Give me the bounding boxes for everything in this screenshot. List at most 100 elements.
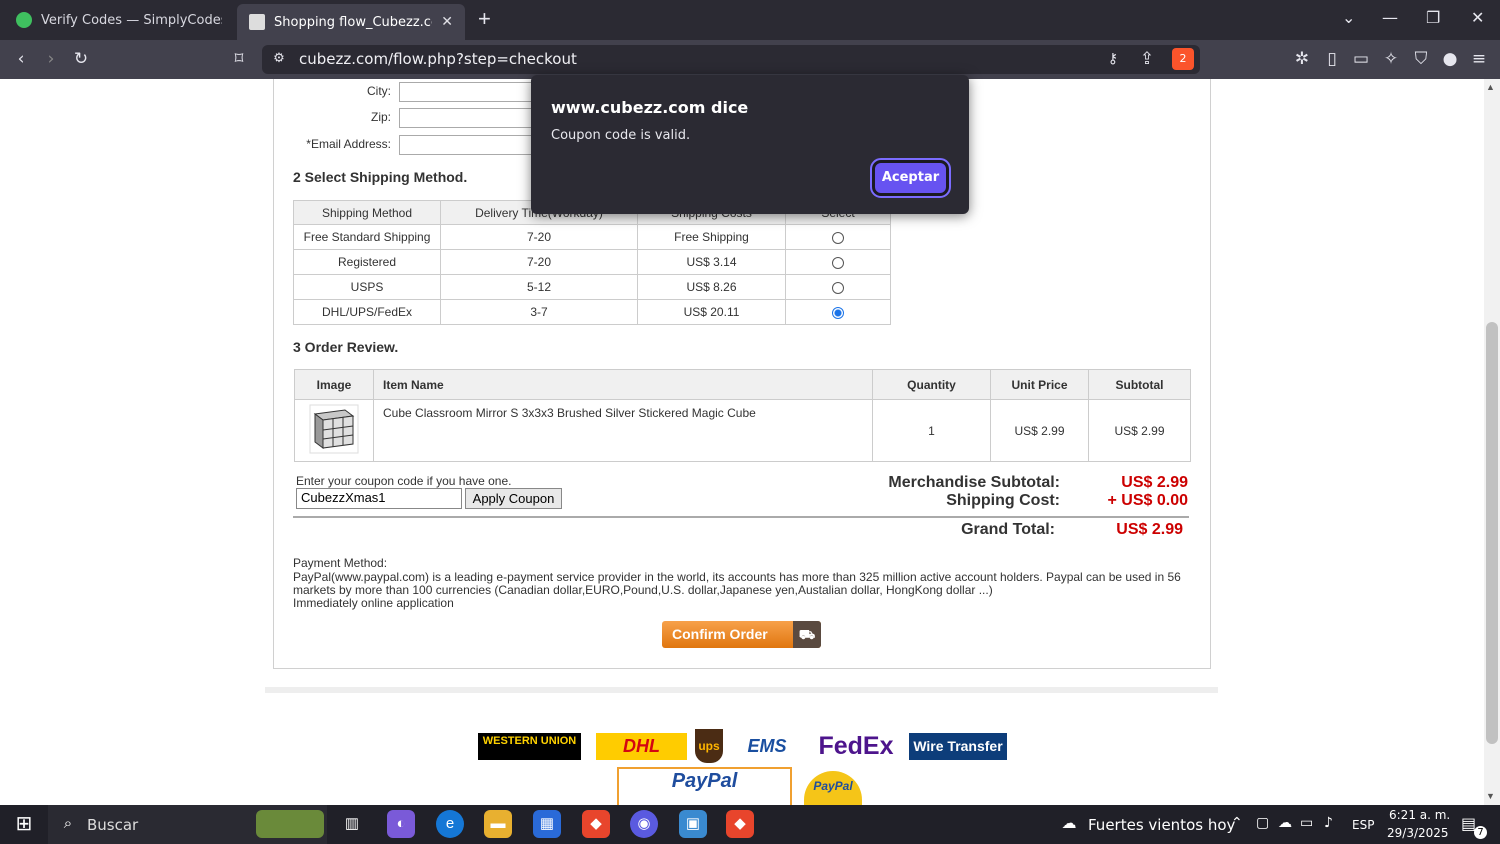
- copilot-icon[interactable]: ◐: [387, 810, 415, 838]
- shipping-row[interactable]: Free Standard Shipping 7-20 Free Shippin…: [293, 224, 891, 250]
- close-window-icon[interactable]: ✕: [1471, 8, 1484, 27]
- url-text[interactable]: cubezz.com/flow.php?step=checkout: [299, 50, 577, 68]
- minimize-icon[interactable]: —: [1382, 8, 1398, 27]
- confirm-order-button[interactable]: Confirm Order ⛟: [662, 621, 821, 648]
- tab-title: Shopping flow_Cubezz.com: Pr: [274, 14, 432, 30]
- order-review-heading: 3 Order Review.: [293, 339, 399, 355]
- ups-logo: ups: [695, 729, 723, 763]
- extensions-icon[interactable]: ✲: [1291, 48, 1313, 70]
- delivery-time: 7-20: [440, 224, 638, 250]
- apply-coupon-button[interactable]: Apply Coupon: [465, 488, 562, 509]
- task-view-icon[interactable]: ▥: [338, 810, 366, 838]
- table-row: Cube Classroom Mirror S 3x3x3 Brushed Si…: [294, 399, 1191, 462]
- delivery-time: 5-12: [440, 274, 638, 300]
- shipping-row[interactable]: USPS 5-12 US$ 8.26: [293, 274, 891, 300]
- shipping-row[interactable]: DHL/UPS/FedEx 3-7 US$ 20.11: [293, 299, 891, 325]
- col-image: Image: [294, 369, 374, 400]
- paypal-badge-logo: PayPal: [804, 771, 862, 805]
- fedex-logo: FedEx: [818, 732, 894, 760]
- brave-shields-icon[interactable]: 2: [1172, 48, 1194, 70]
- chrome-profile-icon[interactable]: ◉: [630, 810, 658, 838]
- wallet-icon[interactable]: ▭: [1350, 48, 1372, 70]
- brave-active-icon[interactable]: ◆: [726, 810, 754, 838]
- shipping-cost-label: Shipping Cost:: [946, 492, 1060, 509]
- clock-time[interactable]: 6:21 a. m.: [1389, 808, 1450, 822]
- reload-icon[interactable]: ↻: [70, 48, 92, 70]
- weather-text[interactable]: Fuertes vientos hoy: [1088, 816, 1235, 834]
- city-input[interactable]: [399, 82, 539, 102]
- leo-ai-icon[interactable]: ✧: [1380, 48, 1402, 70]
- clock-date[interactable]: 29/3/2025: [1387, 826, 1449, 840]
- dialog-title: www.cubezz.com dice: [551, 98, 749, 117]
- confirm-order-label: Confirm Order: [672, 626, 768, 642]
- item-quantity: 1: [872, 399, 991, 462]
- item-name[interactable]: Cube Classroom Mirror S 3x3x3 Brushed Si…: [373, 399, 873, 462]
- shipping-method: Registered: [293, 249, 441, 275]
- payment-method-label: Payment Method:: [293, 556, 388, 570]
- coupon-prompt: Enter your coupon code if you have one.: [296, 474, 512, 488]
- back-icon[interactable]: ‹: [10, 48, 32, 70]
- tray-device-icon[interactable]: ▢: [1256, 815, 1269, 831]
- shipping-method: DHL/UPS/FedEx: [293, 299, 441, 325]
- restore-icon[interactable]: ❐: [1426, 8, 1440, 27]
- simplycodes-favicon-icon: [16, 12, 32, 28]
- notification-count: 7: [1474, 826, 1487, 839]
- col-shipping-method: Shipping Method: [293, 200, 441, 225]
- cart-icon: ⛟: [793, 621, 821, 648]
- windows-start-icon[interactable]: ⊞: [10, 810, 38, 838]
- edge-icon[interactable]: e: [436, 810, 464, 838]
- col-subtotal: Subtotal: [1088, 369, 1191, 400]
- share-icon[interactable]: ⇪: [1136, 48, 1158, 70]
- zip-input[interactable]: [399, 108, 539, 128]
- brave-taskbar-icon[interactable]: ◆: [582, 810, 610, 838]
- scroll-down-icon[interactable]: ▼: [1486, 791, 1495, 801]
- close-tab-icon[interactable]: ✕: [441, 14, 453, 30]
- taskbar-search-text: Buscar: [87, 816, 139, 834]
- shipping-radio[interactable]: [832, 256, 844, 269]
- shields-badge: 2: [1179, 52, 1187, 65]
- file-explorer-icon[interactable]: ▬: [484, 810, 512, 838]
- tab-simplycodes[interactable]: Verify Codes — SimplyCodes: [4, 4, 234, 36]
- dhl-logo: DHL: [596, 733, 687, 760]
- forward-icon[interactable]: ›: [40, 48, 62, 70]
- show-hidden-icons-icon[interactable]: ⌃: [1231, 815, 1243, 831]
- input-language[interactable]: ESP: [1352, 818, 1374, 832]
- item-unit-price: US$ 2.99: [990, 399, 1089, 462]
- coupon-input[interactable]: CubezzXmas1: [296, 488, 462, 509]
- grand-total-value: US$ 2.99: [1116, 521, 1183, 538]
- shipping-row[interactable]: Registered 7-20 US$ 3.14: [293, 249, 891, 275]
- vpn-icon[interactable]: ⛉: [1410, 48, 1432, 70]
- shipping-radio[interactable]: [832, 281, 844, 294]
- search-icon: ⌕: [63, 815, 73, 832]
- shipping-cost: US$ 8.26: [637, 274, 786, 300]
- product-image[interactable]: [309, 404, 359, 454]
- new-tab-icon[interactable]: +: [478, 8, 491, 30]
- tab-list-chevron-icon[interactable]: ⌄: [1342, 8, 1355, 27]
- scroll-up-icon[interactable]: ▲: [1486, 82, 1495, 92]
- microsoft-store-icon[interactable]: ▦: [533, 810, 561, 838]
- weather-icon[interactable]: ☁: [1055, 810, 1083, 838]
- shipping-method: USPS: [293, 274, 441, 300]
- shipping-radio-selected[interactable]: [832, 306, 844, 319]
- email-input[interactable]: [399, 135, 539, 155]
- network-icon[interactable]: ▭: [1300, 815, 1313, 831]
- profile-icon[interactable]: ●: [1439, 48, 1461, 70]
- grand-total-label: Grand Total:: [961, 521, 1055, 538]
- bookmark-icon[interactable]: ⌑: [228, 48, 250, 70]
- menu-icon[interactable]: ≡: [1468, 48, 1490, 70]
- volume-icon[interactable]: ♪: [1324, 815, 1333, 831]
- ems-logo: EMS: [747, 736, 787, 756]
- sidebar-icon[interactable]: ▯: [1321, 48, 1343, 70]
- remote-desktop-icon[interactable]: ▣: [679, 810, 707, 838]
- cubezz-favicon-icon: [249, 14, 265, 30]
- scrollbar-thumb[interactable]: [1486, 322, 1498, 744]
- password-key-icon[interactable]: ⚷: [1102, 48, 1124, 70]
- shipping-cost: Free Shipping: [637, 224, 786, 250]
- site-settings-icon[interactable]: ⚙: [268, 48, 290, 70]
- aceptar-button[interactable]: Aceptar: [870, 158, 951, 198]
- tab-cubezz[interactable]: Shopping flow_Cubezz.com: Pr ✕: [237, 4, 465, 40]
- shipping-radio[interactable]: [832, 231, 844, 244]
- shipping-method: Free Standard Shipping: [293, 224, 441, 250]
- delivery-time: 7-20: [440, 249, 638, 275]
- onedrive-icon[interactable]: ☁: [1278, 815, 1292, 831]
